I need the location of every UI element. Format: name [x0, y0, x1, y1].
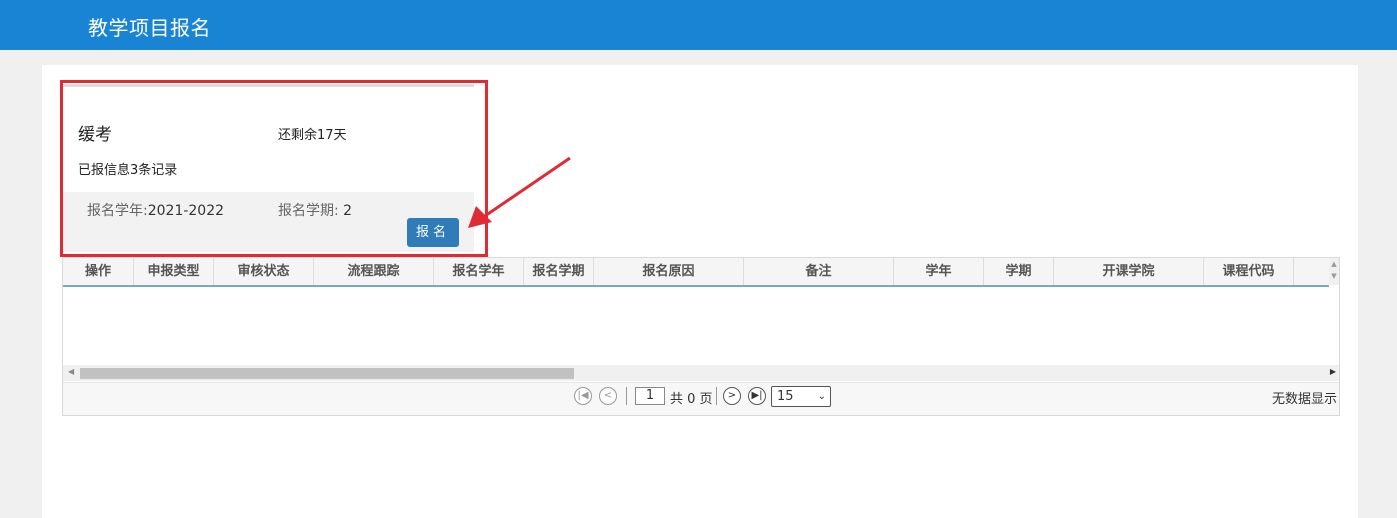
page-size-select[interactable]: 15 ⌄	[771, 386, 831, 407]
column-header[interactable]: 学年	[894, 258, 984, 285]
prev-page-icon[interactable]: <	[599, 387, 617, 405]
no-data-text: 无数据显示	[1271, 392, 1337, 407]
column-header[interactable]: 操作	[63, 258, 134, 285]
vertical-scrollbar[interactable]: ▲ ▼	[1329, 258, 1339, 285]
column-header[interactable]: 流程跟踪	[314, 258, 434, 285]
pager-divider	[626, 387, 627, 405]
column-header[interactable]: 课程代码	[1204, 258, 1294, 285]
scroll-right-icon[interactable]: ▶	[1330, 367, 1336, 376]
last-page-icon[interactable]: ▶|	[748, 387, 766, 405]
page-title: 教学项目报名	[88, 16, 211, 40]
page-size-value: 15	[777, 389, 794, 404]
grid-header: 操作 申报类型 审核状态 流程跟踪 报名学年 报名学期 报名原因 备注 学年 学…	[63, 258, 1329, 287]
chevron-down-icon: ⌄	[817, 391, 826, 402]
pager-divider	[716, 387, 717, 405]
column-header[interactable]: 开课学院	[1054, 258, 1204, 285]
page-total: 共 0 页	[670, 392, 713, 407]
column-header[interactable]: 学期	[984, 258, 1054, 285]
column-header[interactable]: 报名学期	[524, 258, 594, 285]
scroll-left-icon[interactable]: ◀	[68, 367, 74, 376]
data-grid: 操作 申报类型 审核状态 流程跟踪 报名学年 报名学期 报名原因 备注 学年 学…	[62, 257, 1340, 416]
column-header[interactable]: 备注	[744, 258, 894, 285]
top-bar: 教学项目报名	[0, 0, 1397, 50]
highlight-box	[60, 80, 488, 257]
annotation-arrow	[468, 156, 571, 228]
first-page-icon[interactable]: |◀	[574, 387, 592, 405]
scrollbar-thumb[interactable]	[80, 368, 574, 379]
page-number-input[interactable]: 1	[635, 387, 665, 405]
horizontal-scrollbar[interactable]: ◀ ▶	[63, 365, 1339, 381]
next-page-icon[interactable]: >	[723, 387, 741, 405]
pagination-bar: |◀ < 1 共 0 页 > ▶| 15 ⌄ 无数据显示	[63, 382, 1339, 415]
column-header[interactable]: 申报类型	[134, 258, 214, 285]
column-header[interactable]: 审核状态	[214, 258, 314, 285]
column-header[interactable]: 报名学年	[434, 258, 524, 285]
column-header[interactable]: 报名原因	[594, 258, 744, 285]
